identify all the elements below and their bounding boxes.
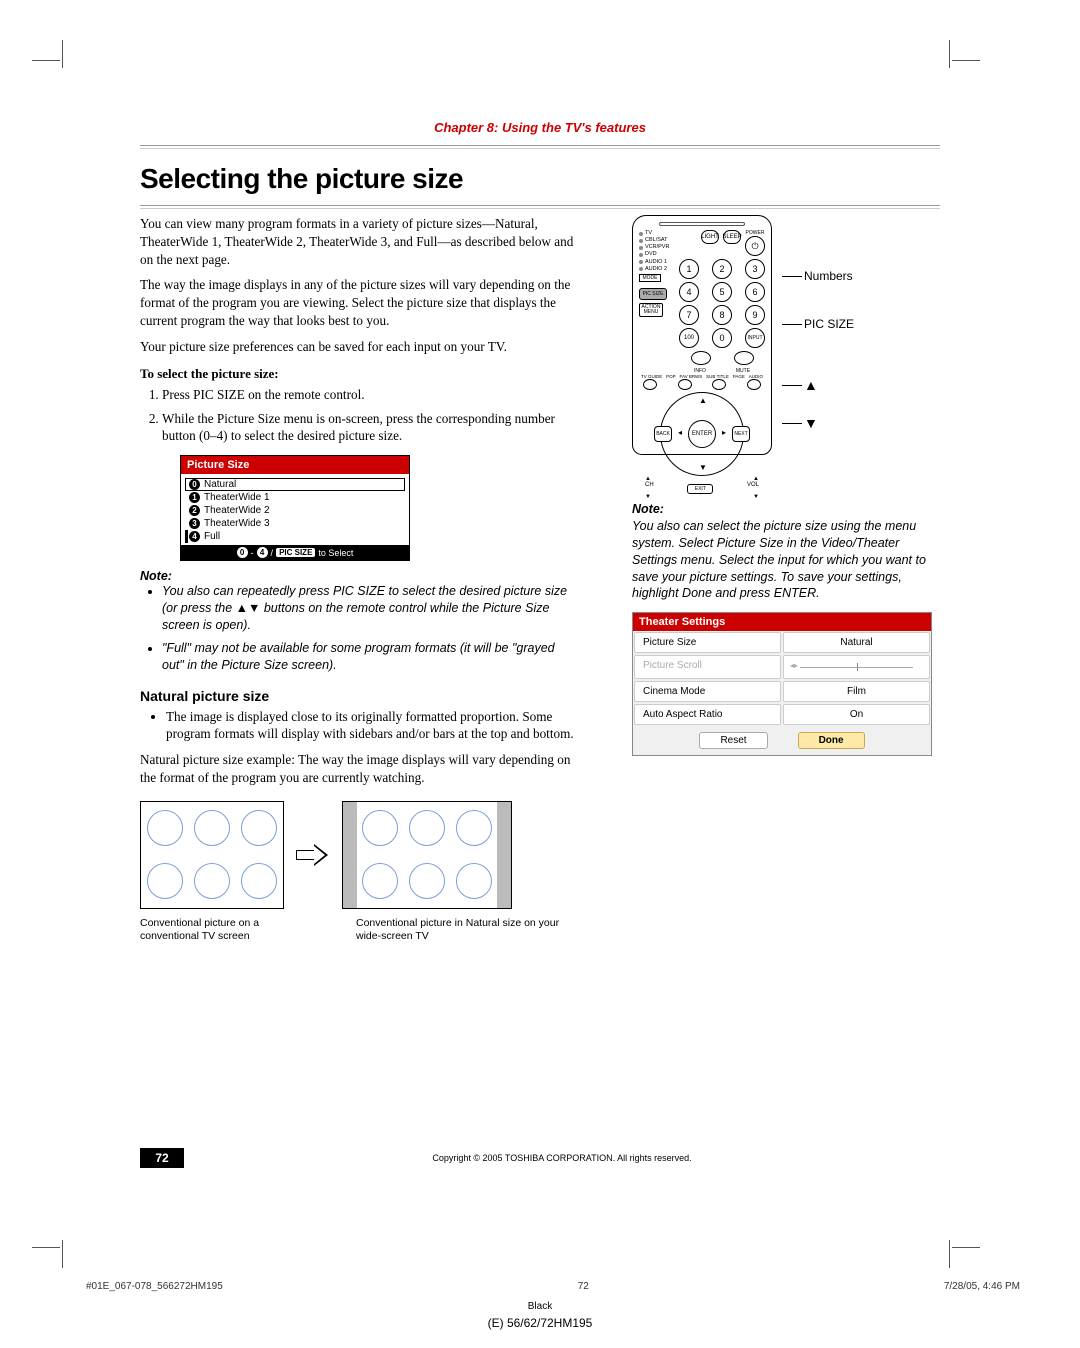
next-button: NEXT [732,426,750,442]
natural-heading: Natural picture size [140,688,576,704]
info-button [691,351,711,365]
right-arrow-icon: ▸ [722,428,726,437]
back-button: BACK [654,426,672,442]
caption-right: Conventional picture in Natural size on … [356,917,576,943]
picsize-label: PIC SIZE [782,317,854,331]
natural-bullets: The image is displayed close to its orig… [166,708,576,744]
note-heading: Note: [140,569,576,583]
ts-row-label: Picture Scroll [634,655,781,679]
ts-row-label: Cinema Mode [634,681,781,702]
note-list: You also can repeatedly press PIC SIZE t… [162,583,576,673]
theater-settings-title: Theater Settings [633,613,931,631]
meta-mid: 72 [578,1281,589,1292]
ts-row-value: Film [783,681,930,702]
remote-callouts: Numbers PIC SIZE ▲ ▼ [782,215,854,431]
osd-item: 2TheaterWide 2 [185,504,405,517]
ts-row-value: Natural [783,632,930,653]
up-arrow-icon: ▲ [699,396,707,405]
widescreen-tv-illustration [342,801,512,909]
up-label: ▲ [782,377,854,393]
intro-paragraph: Your picture size preferences can be sav… [140,338,576,356]
osd-item: 0Natural [185,478,405,491]
numbers-label: Numbers [782,269,854,283]
note-item: "Full" may not be available for some pro… [162,640,576,674]
reset-button: Reset [699,732,767,749]
conventional-tv-illustration [140,801,284,909]
enter-button: ENTER [688,420,716,448]
instruction-step: While the Picture Size menu is on-screen… [162,410,576,446]
down-arrow-icon: ▼ [699,463,707,472]
ts-row-label: Auto Aspect Ratio [634,704,781,725]
power-icon: ⏻ [745,236,765,256]
theater-settings-panel: Theater Settings Picture Size Natural Pi… [632,612,932,756]
document-id: (E) 56/62/72HM195 [0,1316,1080,1330]
instructions-heading: To select the picture size: [140,366,576,382]
osd-footer: 0 - 4 / PIC SIZE to Select [181,545,409,560]
chapter-header: Chapter 8: Using the TV's features [140,120,940,141]
natural-bullet: The image is displayed close to its orig… [166,708,576,744]
left-arrow-icon: ◂ [678,428,682,437]
down-label: ▼ [782,415,854,431]
copyright-text: Copyright © 2005 TOSHIBA CORPORATION. Al… [184,1153,940,1163]
osd-item: 3TheaterWide 3 [185,517,405,530]
instructions-list: Press PIC SIZE on the remote control. Wh… [162,386,576,445]
osd-item: 1TheaterWide 1 [185,491,405,504]
ts-row-label: Picture Size [634,632,781,653]
exit-button: EXIT [687,484,713,494]
done-button: Done [798,732,865,749]
instruction-step: Press PIC SIZE on the remote control. [162,386,576,404]
meta-right: 7/28/05, 4:46 PM [944,1281,1020,1292]
arrow-icon [296,843,330,867]
color-plate-label: Black [0,1301,1080,1312]
intro-paragraph: You can view many program formats in a v… [140,215,576,268]
dpad: ENTER ▲ ▼ ◂ ▸ BACK NEXT [660,392,744,476]
caption-left: Conventional picture on a conventional T… [140,917,284,943]
intro-paragraph: The way the image displays in any of the… [140,276,576,329]
example-text: Natural picture size example: The way th… [140,751,576,787]
note-text: You also can select the picture size usi… [632,518,940,602]
pic-size-button: PIC SIZE [639,288,667,300]
ts-row-value: On [783,704,930,725]
note-heading: Note: [632,501,940,518]
osd-item: 4Full [185,530,405,543]
osd-title: Picture Size [181,456,409,474]
picture-size-osd: Picture Size 0Natural 1TheaterWide 1 2Th… [180,455,410,561]
note-item: You also can repeatedly press PIC SIZE t… [162,583,576,634]
meta-left: #01E_067-078_566272HM195 [86,1281,223,1292]
mute-button [734,351,754,365]
section-title: Selecting the picture size [140,163,940,195]
remote-control-illustration: TV CBL/SAT VCR/PVR DVD AUDIO 1 AUDIO 2 M… [632,215,772,455]
page-number: 72 [140,1148,184,1168]
ts-row-slider: ◂▸ [783,655,930,679]
